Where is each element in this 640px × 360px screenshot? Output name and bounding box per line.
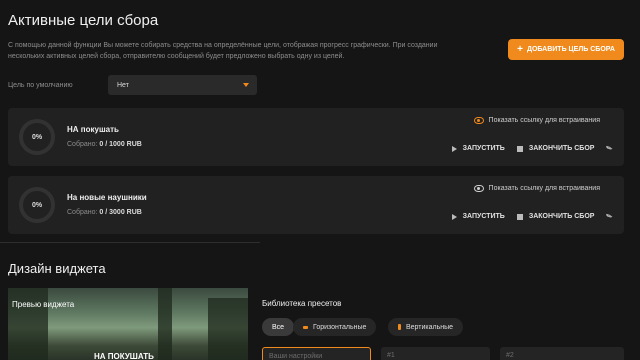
page-title: Активные цели сбора (8, 12, 159, 29)
finish-button[interactable]: ЗАКОНЧИТЬ СБОР (516, 145, 595, 152)
preset-2[interactable]: #2 (500, 347, 624, 360)
start-button[interactable]: ЗАПУСТИТЬ (451, 213, 505, 220)
start-button-label: ЗАПУСТИТЬ (462, 145, 505, 152)
preset-2-label: #2 (506, 352, 514, 359)
tab-horizontal-label: Горизонтальные (313, 323, 367, 331)
finish-button-label: ЗАКОНЧИТЬ СБОР (528, 145, 595, 152)
default-goal-select[interactable]: Нет (108, 75, 257, 95)
presets-title: Библиотека пресетов (262, 299, 342, 308)
preset-custom-label: Ваши настройки (269, 353, 323, 360)
horizontal-layout-icon (303, 325, 308, 329)
goal-name: На новые наушники (67, 193, 147, 202)
goal-collected-value: 0 / 3000 RUB (99, 209, 142, 216)
preview-foliage (208, 298, 248, 360)
progress-percent: 0% (31, 201, 43, 209)
add-goal-button[interactable]: + ДОБАВИТЬ ЦЕЛЬ СБОРА (508, 39, 624, 60)
show-embed-link[interactable]: Показать ссылку для встраивания (473, 117, 600, 124)
tab-all[interactable]: Все (262, 318, 295, 336)
finish-button[interactable]: ЗАКОНЧИТЬ СБОР (516, 213, 595, 220)
preset-custom[interactable]: Ваши настройки (262, 347, 371, 360)
vertical-layout-icon (398, 324, 401, 330)
goal-card: 0% На новые наушники Собрано: 0 / 3000 R… (8, 176, 624, 234)
preview-foliage (158, 288, 172, 360)
stop-icon (516, 213, 523, 220)
preset-1-label: #1 (387, 352, 395, 359)
eye-icon (473, 117, 484, 124)
section-divider (0, 242, 260, 243)
tab-vertical-label: Вертикальные (406, 323, 454, 331)
show-embed-link-label: Показать ссылку для встраивания (488, 185, 600, 192)
widget-design-title: Дизайн виджета (8, 261, 106, 276)
goal-collected-value: 0 / 1000 RUB (99, 141, 142, 148)
default-goal-value: Нет (117, 81, 129, 89)
start-button[interactable]: ЗАПУСТИТЬ (451, 145, 505, 152)
page-description: С помощью данной функции Вы можете собир… (8, 42, 438, 60)
tab-vertical[interactable]: Вертикальные (388, 318, 464, 336)
tab-horizontal[interactable]: Горизонтальные (293, 318, 377, 336)
default-goal-label: Цель по умолчанию (8, 82, 73, 89)
play-icon (451, 145, 457, 152)
play-icon (451, 213, 457, 220)
goal-collected: Собрано: 0 / 1000 RUB (67, 141, 142, 148)
goal-card: 0% НА покушать Собрано: 0 / 1000 RUB Пок… (8, 108, 624, 166)
progress-ring: 0% (19, 187, 55, 223)
preview-goal-banner: НА ПОКУШАТЬ (94, 352, 154, 360)
preview-foliage (8, 288, 48, 360)
progress-percent: 0% (31, 133, 43, 141)
tab-all-label: Все (272, 323, 285, 331)
goal-collected-label: Собрано: (67, 209, 98, 216)
edit-pencil-icon[interactable]: ✎ (605, 143, 616, 154)
goal-name: НА покушать (67, 125, 119, 134)
preset-1[interactable]: #1 (381, 347, 490, 360)
caret-down-icon (243, 83, 249, 87)
plus-icon: + (517, 44, 523, 55)
progress-ring: 0% (19, 119, 55, 155)
show-embed-link-label: Показать ссылку для встраивания (488, 117, 600, 124)
show-embed-link[interactable]: Показать ссылку для встраивания (473, 185, 600, 192)
goal-collected-label: Собрано: (67, 141, 98, 148)
widget-preview: Превью виджета НА ПОКУШАТЬ (8, 288, 248, 360)
edit-pencil-icon[interactable]: ✎ (605, 211, 616, 222)
goal-collected: Собрано: 0 / 3000 RUB (67, 209, 142, 216)
stop-icon (516, 145, 523, 152)
preview-label: Превью виджета (12, 300, 75, 309)
eye-icon (473, 185, 484, 192)
start-button-label: ЗАПУСТИТЬ (462, 213, 505, 220)
finish-button-label: ЗАКОНЧИТЬ СБОР (528, 213, 595, 220)
add-goal-button-label: ДОБАВИТЬ ЦЕЛЬ СБОРА (526, 46, 615, 53)
